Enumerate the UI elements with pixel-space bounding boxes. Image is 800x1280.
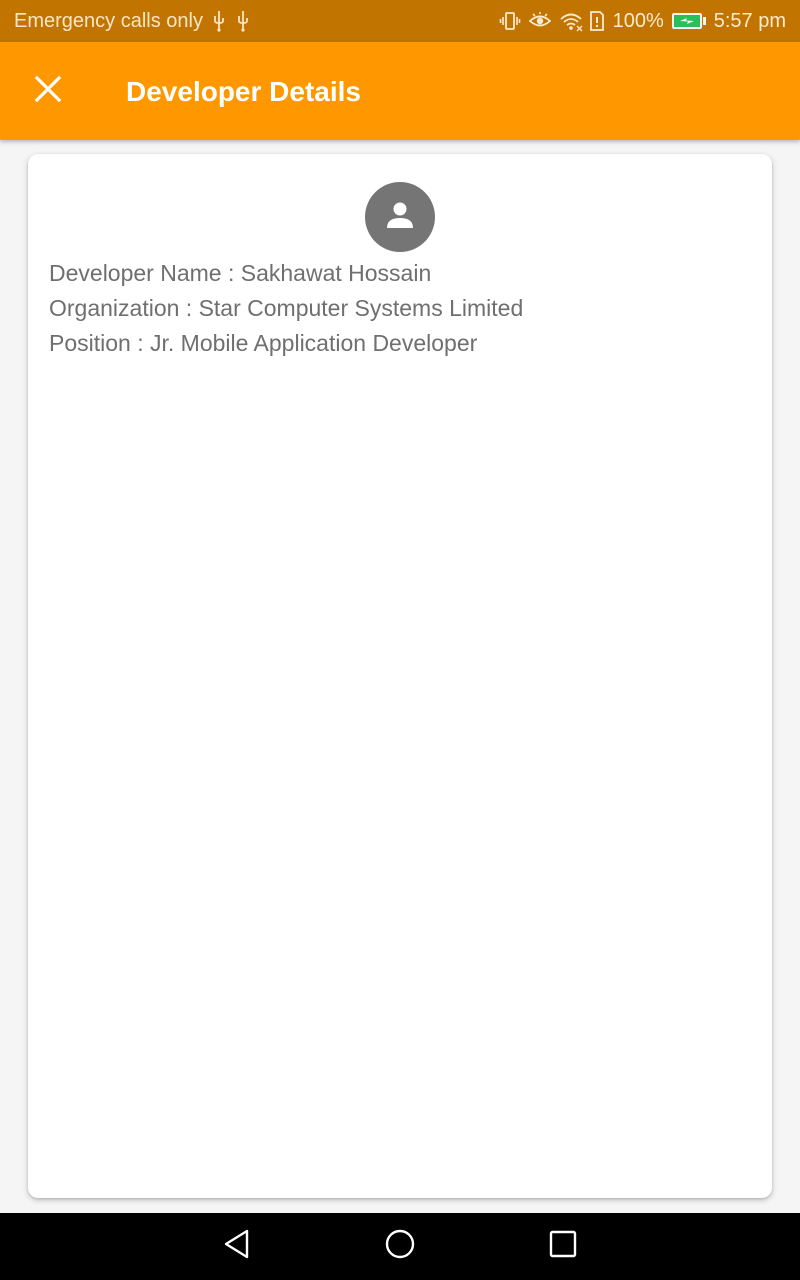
person-icon <box>384 199 416 235</box>
developer-name-text: Developer Name : Sakhawat Hossain <box>49 260 432 286</box>
developer-card: Developer Name : Sakhawat Hossain Organi… <box>28 154 772 1198</box>
back-button[interactable] <box>217 1226 257 1266</box>
vibrate-icon <box>499 10 521 32</box>
battery-percent: 100% <box>612 9 664 32</box>
recents-icon <box>548 1229 578 1263</box>
organization-text: Organization : Star Computer Systems Lim… <box>49 295 524 321</box>
avatar <box>365 182 435 252</box>
carrier-text: Emergency calls only <box>14 9 203 32</box>
app-bar: Developer Details <box>0 42 800 140</box>
page-title: Developer Details <box>126 76 361 107</box>
status-right: 100% 5:57 pm <box>499 10 786 33</box>
navigation-bar <box>0 1213 800 1280</box>
developer-info: Developer Name : Sakhawat Hossain Organi… <box>49 256 523 361</box>
recents-button[interactable] <box>543 1226 583 1266</box>
status-bar: Emergency calls only 100% 5:57 pm <box>0 0 800 42</box>
close-button[interactable] <box>24 67 72 115</box>
usb-icon <box>235 10 251 32</box>
clock: 5:57 pm <box>713 9 786 32</box>
wifi-icon <box>559 10 583 32</box>
back-icon <box>222 1228 252 1264</box>
usb-icon <box>211 10 227 32</box>
status-left: Emergency calls only <box>14 10 499 33</box>
position-text: Position : Jr. Mobile Application Develo… <box>49 330 478 356</box>
sim-alert-icon <box>589 10 605 32</box>
home-button[interactable] <box>380 1226 420 1266</box>
battery-charging-icon <box>671 13 706 29</box>
home-icon <box>384 1228 416 1264</box>
close-icon <box>34 75 62 107</box>
eye-icon <box>528 10 551 32</box>
